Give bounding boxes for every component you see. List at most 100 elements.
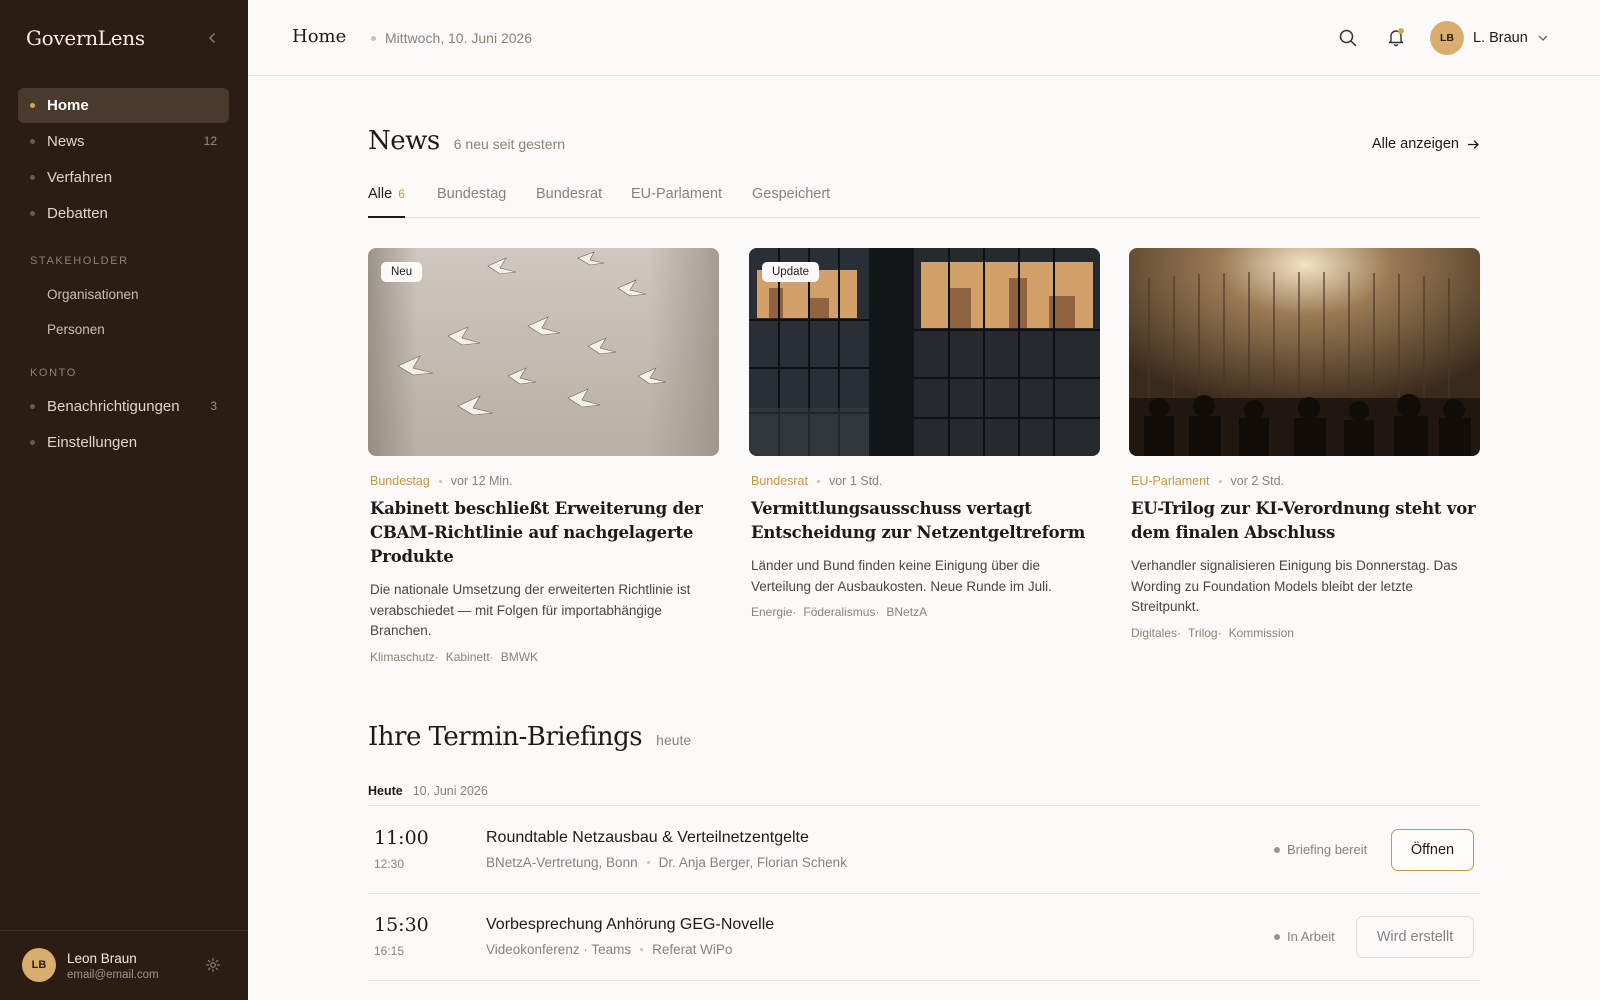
briefing-people: Referat WiPo (652, 942, 733, 957)
day-label: Heute (368, 784, 403, 798)
news-meta: Bundesrat vor 1 Std. (749, 474, 1100, 488)
news-badge: Neu (381, 262, 423, 282)
news-count-badge: 12 (203, 134, 217, 148)
separator-dot (371, 36, 376, 41)
sidebar-item-label: Home (47, 97, 89, 114)
arrow-right-icon (1467, 139, 1479, 149)
sidebar-item-home[interactable]: Home (18, 88, 229, 123)
news-card[interactable]: EU-Parlament vor 2 Std. EU-Trilog zur KI… (1129, 248, 1480, 640)
briefing-details: BNetzA-Vertretung, Bonn Dr. Anja Berger,… (486, 855, 847, 870)
news-card[interactable]: Update Bundesrat vor 1 Std. Vermittlungs… (749, 248, 1100, 619)
sidebar-item-label: News (47, 133, 85, 150)
avatar: LB (1430, 21, 1464, 55)
tab-label: Alle (368, 186, 393, 202)
news-meta: EU-Parlament vor 2 Std. (1129, 474, 1480, 488)
briefings-day-header: Heute 10. Juni 2026 (368, 784, 1480, 806)
separator-dot (646, 861, 650, 864)
news-tag[interactable]: Kabinett· (446, 650, 494, 664)
see-all-link[interactable]: Alle anzeigen (1372, 136, 1480, 152)
sidebar-item-einstellungen[interactable]: Einstellungen (18, 425, 229, 460)
news-tag[interactable]: BNetzA (886, 605, 927, 619)
page-title: Home (292, 26, 347, 47)
briefing-row[interactable]: 11:00 12:30 Roundtable Netzausbau & Vert… (368, 807, 1480, 894)
user-name: L. Braun (1473, 30, 1528, 46)
sidebar-item-news[interactable]: News 12 (18, 124, 229, 159)
section-label-stakeholder: STAKEHOLDER (30, 255, 129, 267)
chevron-down-icon (1538, 35, 1547, 41)
bullet-icon (30, 211, 35, 216)
sidebar-nav: Home News 12 Verfahren Debatten STAKEHOL… (18, 88, 229, 461)
gear-icon[interactable] (205, 957, 221, 973)
sidebar-item-personen[interactable]: Personen (18, 312, 229, 347)
user-menu[interactable]: LB L. Braun (1430, 21, 1549, 55)
news-description: Die nationale Umsetzung der erweiterten … (370, 582, 691, 638)
news-title[interactable]: EU-Trilog zur KI-Verordnung steht vor de… (1129, 497, 1480, 545)
news-time: vor 2 Std. (1230, 474, 1285, 488)
status-label: Briefing bereit (1287, 842, 1368, 857)
tab-eu-parlament[interactable]: EU-Parlament (631, 186, 722, 218)
status-badge: In Arbeit (1274, 929, 1335, 944)
section-subtitle: 6 neu seit gestern (453, 136, 566, 152)
chevron-left-icon[interactable] (204, 30, 220, 46)
news-description: Länder und Bund finden keine Einigung üb… (751, 558, 1052, 594)
user-email: email@email.com (67, 969, 159, 981)
news-tag[interactable]: Trilog· (1188, 626, 1222, 640)
news-description: Verhandler signalisieren Einigung bis Do… (1131, 558, 1458, 614)
pending-briefing-button[interactable]: Wird erstellt (1356, 916, 1474, 958)
sidebar-user-panel[interactable]: LB Leon Braun email@email.com (0, 930, 248, 1000)
bullet-icon (30, 103, 35, 108)
briefing-row[interactable]: 15:30 16:15 Vorbesprechung Anhörung GEG-… (368, 894, 1480, 981)
news-tag[interactable]: Föderalismus· (803, 605, 879, 619)
news-meta: Bundestag vor 12 Min. (368, 474, 719, 488)
news-tag[interactable]: Kommission (1229, 626, 1294, 640)
open-briefing-button[interactable]: Öffnen (1391, 829, 1474, 871)
see-all-label: Alle anzeigen (1371, 136, 1459, 152)
tab-bundesrat[interactable]: Bundesrat (536, 186, 602, 218)
sidebar-item-label: Verfahren (47, 169, 113, 186)
news-tags: Klimaschutz· Kabinett· BMWK (368, 650, 719, 664)
sidebar-item-label: Einstellungen (47, 434, 138, 451)
briefing-people: Dr. Anja Berger, Florian Schenk (658, 855, 847, 870)
separator-dot (816, 479, 820, 483)
tab-count: 6 (398, 187, 405, 201)
tab-bundestag[interactable]: Bundestag (437, 186, 506, 218)
sidebar-item-label: Benachrichtigungen (47, 398, 180, 415)
section-label-konto: KONTO (30, 367, 77, 379)
news-source: EU-Parlament (1131, 474, 1210, 488)
news-tags: Energie· Föderalismus· BNetzA (749, 605, 1100, 619)
bullet-icon (30, 440, 35, 445)
news-tabs: Alle 6 Bundestag Bundesrat EU-Parlament G… (368, 186, 1480, 218)
tab-alle[interactable]: Alle 6 (368, 186, 405, 218)
news-title[interactable]: Vermittlungsausschuss vertagt Entscheidu… (749, 497, 1100, 545)
bullet-icon (30, 404, 35, 409)
sidebar-item-benachrichtigungen[interactable]: Benachrichtigungen 3 (18, 389, 229, 424)
news-time: vor 1 Std. (828, 474, 883, 488)
notifications-count-badge: 3 (210, 399, 217, 413)
sidebar-item-debatten[interactable]: Debatten (18, 196, 229, 231)
news-tag[interactable]: Digitales· (1131, 626, 1181, 640)
avatar: LB (22, 948, 56, 982)
tab-gespeichert[interactable]: Gespeichert (752, 186, 830, 218)
sidebar-item-verfahren[interactable]: Verfahren (18, 160, 229, 195)
end-time: 16:15 (374, 944, 405, 958)
news-tag[interactable]: Energie· (751, 605, 796, 619)
sidebar-item-label: Debatten (47, 205, 108, 222)
news-source: Bundestag (370, 474, 430, 488)
section-subtitle: heute (656, 732, 692, 748)
news-image-birds: Neu (368, 248, 719, 456)
search-icon[interactable] (1338, 28, 1358, 48)
news-header: News 6 neu seit gestern (368, 126, 565, 156)
news-tags: Digitales· Trilog· Kommission (1129, 626, 1480, 640)
day-date: 10. Juni 2026 (412, 784, 488, 798)
start-time: 15:30 (374, 914, 429, 936)
status-badge: Briefing bereit (1274, 842, 1367, 857)
bullet-icon (30, 139, 35, 144)
news-title[interactable]: Kabinett beschließt Erweiterung der CBAM… (368, 497, 719, 569)
sidebar-item-organisationen[interactable]: Organisationen (18, 277, 229, 312)
news-card[interactable]: Neu Bundestag vor 12 Min. Kabinett besch… (368, 248, 719, 664)
section-title: Ihre Termin-Briefings (368, 722, 643, 752)
news-tag[interactable]: Klimaschutz· (370, 650, 439, 664)
briefing-title: Vorbesprechung Anhörung GEG-Novelle (486, 916, 775, 933)
news-tag[interactable]: BMWK (501, 650, 538, 664)
briefing-title: Roundtable Netzausbau & Verteilnetzentge… (486, 829, 809, 846)
